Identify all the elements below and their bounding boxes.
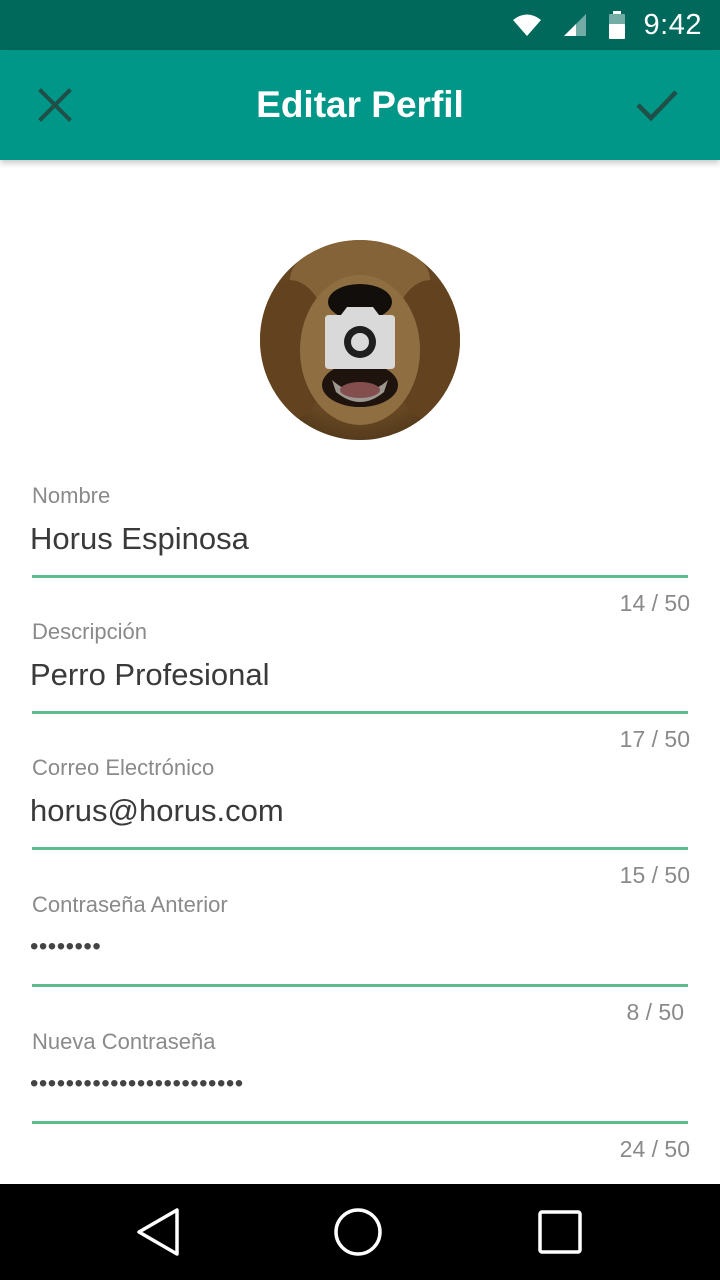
email-underline [32,847,688,850]
name-label: Nombre [32,483,111,508]
description-counter: 17 / 50 [619,726,690,752]
name-input[interactable]: Horus Espinosa [30,519,686,559]
home-button[interactable] [298,1184,418,1280]
back-button[interactable] [98,1184,218,1280]
battery-icon [608,11,626,39]
name-field[interactable]: Nombre Horus Espinosa 14 / 50 [30,482,690,616]
old-password-counter: 8 / 50 [626,999,684,1025]
description-underline [32,711,688,714]
new-password-field[interactable]: Nueva Contraseña •••••••••••••••••••••••… [30,1028,690,1162]
app-bar: Editar Perfil [0,50,720,160]
camera-icon[interactable] [325,303,395,369]
description-field[interactable]: Descripción Perro Profesional 17 / 50 [30,618,690,752]
check-icon [636,90,678,122]
old-password-underline [32,984,688,987]
system-nav-bar [0,1184,720,1280]
wifi-icon [512,12,542,38]
new-password-counter: 24 / 50 [619,1136,690,1162]
new-password-input[interactable]: •••••••••••••••••••••••• [30,1064,686,1104]
new-password-label: Nueva Contraseña [32,1029,216,1054]
recents-icon [538,1210,582,1254]
description-input[interactable]: Perro Profesional [30,655,686,695]
old-password-field[interactable]: Contraseña Anterior •••••••• 8 / 50 [30,891,688,1025]
save-button[interactable] [602,50,712,160]
status-icons: 9:42 [512,0,702,50]
new-password-underline [32,1121,688,1124]
cell-signal-icon [562,12,588,38]
home-icon [334,1208,382,1256]
description-label: Descripción [32,619,147,644]
recents-button[interactable] [500,1184,620,1280]
old-password-input[interactable]: •••••••• [30,927,686,967]
name-underline [32,575,688,578]
name-counter: 14 / 50 [619,590,690,616]
email-input[interactable]: horus@horus.com [30,791,686,831]
email-counter: 15 / 50 [619,862,690,888]
email-field[interactable]: Correo Electrónico horus@horus.com 15 / … [30,754,690,888]
back-icon [137,1208,179,1256]
status-time: 9:42 [643,8,702,41]
old-password-label: Contraseña Anterior [32,892,228,917]
status-bar: 9:42 [0,0,720,50]
email-label: Correo Electrónico [32,755,215,780]
